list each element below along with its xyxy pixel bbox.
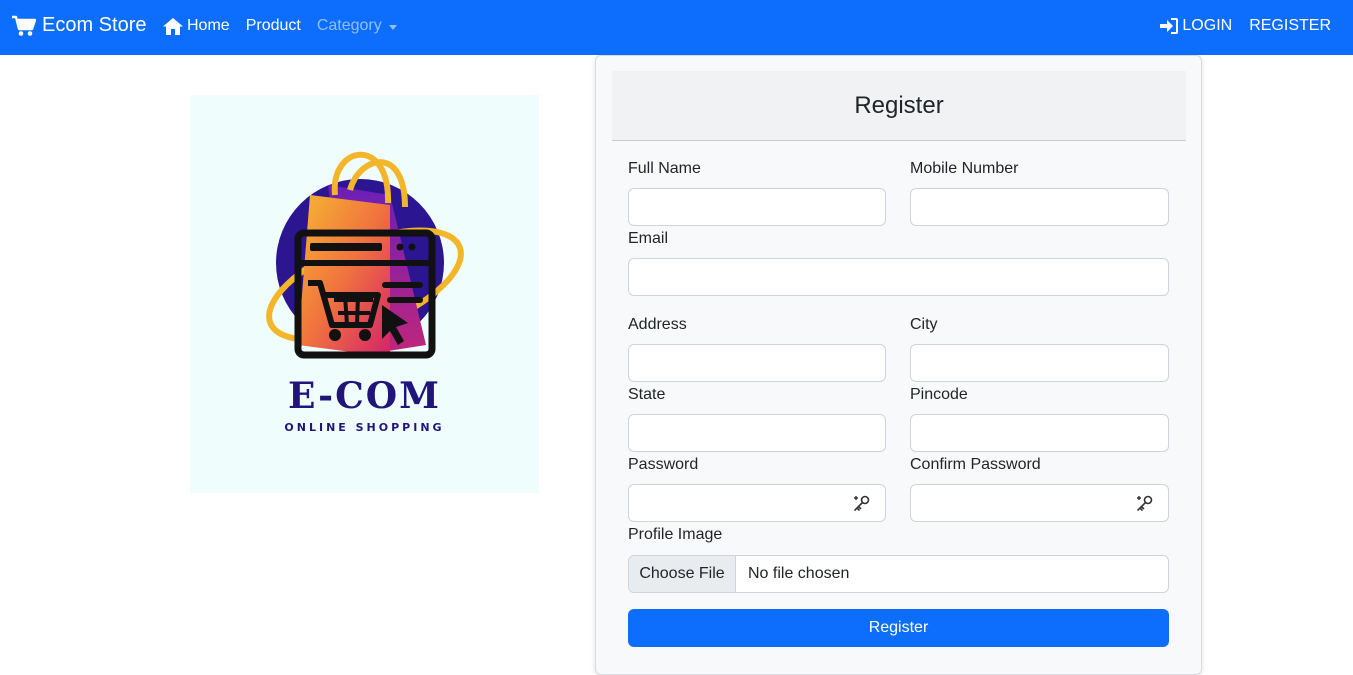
state-input[interactable] bbox=[628, 414, 886, 452]
password-label: Password bbox=[628, 456, 699, 473]
nav-register-label: REGISTER bbox=[1249, 17, 1331, 34]
full-name-label: Full Name bbox=[628, 160, 701, 177]
city-input[interactable] bbox=[910, 344, 1169, 382]
register-title: Register bbox=[612, 71, 1186, 141]
brand-text: Ecom Store bbox=[42, 14, 147, 36]
state-label: State bbox=[628, 386, 666, 403]
nav-login[interactable]: LOGIN bbox=[1160, 17, 1232, 35]
logo-subtitle: ONLINE SHOPPING bbox=[284, 421, 445, 434]
navbar: Ecom Store Home Product Category LOGIN R… bbox=[0, 0, 1353, 55]
key-icon[interactable] bbox=[853, 495, 871, 511]
profile-image-file-input[interactable]: Choose File No file chosen bbox=[628, 555, 1169, 593]
nav-home-label: Home bbox=[187, 17, 230, 34]
choose-file-button[interactable]: Choose File bbox=[629, 556, 736, 592]
pincode-input[interactable] bbox=[910, 414, 1169, 452]
logo-title: E-COM bbox=[288, 375, 441, 417]
chevron-down-icon bbox=[388, 24, 397, 30]
register-submit-button[interactable]: Register bbox=[628, 609, 1169, 647]
register-card: Register Full Name Mobile Number Email A… bbox=[595, 55, 1202, 675]
mobile-input[interactable] bbox=[910, 188, 1169, 226]
home-icon bbox=[163, 17, 183, 35]
cart-icon bbox=[12, 15, 36, 36]
nav-product[interactable]: Product bbox=[246, 17, 301, 35]
password-input[interactable] bbox=[628, 484, 886, 522]
brand-link[interactable]: Ecom Store bbox=[12, 14, 146, 37]
confirm-password-label: Confirm Password bbox=[910, 456, 1041, 473]
address-input[interactable] bbox=[628, 344, 886, 382]
nav-register[interactable]: REGISTER bbox=[1249, 17, 1331, 35]
shopping-logo-icon bbox=[266, 151, 464, 359]
full-name-input[interactable] bbox=[628, 188, 886, 226]
profile-image-label: Profile Image bbox=[628, 526, 723, 543]
email-label: Email bbox=[628, 230, 669, 247]
login-icon bbox=[1160, 18, 1179, 34]
nav-login-label: LOGIN bbox=[1182, 17, 1233, 34]
mobile-label: Mobile Number bbox=[910, 160, 1019, 177]
key-icon[interactable] bbox=[1136, 495, 1154, 511]
nav-category-label: Category bbox=[316, 17, 382, 34]
email-input[interactable] bbox=[628, 258, 1169, 296]
nav-product-label: Product bbox=[245, 17, 301, 34]
address-label: Address bbox=[628, 316, 687, 333]
file-status-text: No file chosen bbox=[748, 565, 850, 582]
pincode-label: Pincode bbox=[910, 386, 968, 403]
store-logo: E-COM ONLINE SHOPPING bbox=[190, 95, 539, 493]
nav-category-dropdown[interactable]: Category bbox=[317, 17, 397, 35]
nav-home[interactable]: Home bbox=[163, 17, 230, 35]
confirm-password-input[interactable] bbox=[910, 484, 1169, 522]
city-label: City bbox=[910, 316, 938, 333]
